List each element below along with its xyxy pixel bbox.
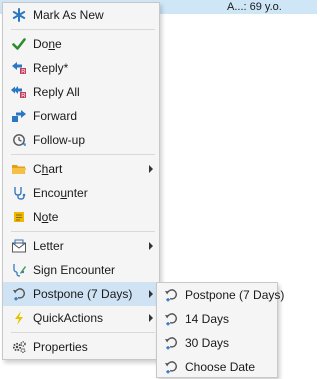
chart-folder-icon	[11, 161, 27, 177]
menu-item-follow-up[interactable]: Follow-up	[3, 128, 159, 152]
forward-icon	[11, 108, 27, 124]
postpone-icon	[163, 335, 179, 351]
menu-item-label: Encounter	[33, 186, 88, 200]
submenu-arrow-icon	[149, 165, 153, 173]
postpone-icon	[163, 359, 179, 375]
menu-item-label: Note	[33, 210, 59, 224]
menu-item-sign-encounter[interactable]: Sign Encounter	[3, 258, 159, 282]
submenu-arrow-icon	[149, 242, 153, 250]
reply-icon: R	[11, 60, 27, 76]
submenu-arrow-icon	[149, 290, 153, 298]
checkmark-icon	[11, 36, 27, 52]
menu-item-postpone[interactable]: Postpone (7 Days)	[3, 282, 159, 306]
sign-encounter-icon	[11, 262, 27, 278]
menu-item-mark-as-new[interactable]: Mark As New	[3, 3, 159, 27]
context-menu: Mark As New Done R Reply* R Reply All Fo…	[2, 2, 160, 360]
menu-item-label: Postpone (7 Days)	[33, 287, 133, 301]
menu-separator	[11, 154, 155, 155]
menu-item-reply[interactable]: R Reply*	[3, 56, 159, 80]
menu-item-label: Chart	[33, 162, 63, 176]
patient-info-text: A...: 69 y.o.	[227, 1, 282, 13]
menu-item-letter[interactable]: Letter	[3, 234, 159, 258]
submenu-item-label: Postpone (7 Days)	[185, 288, 285, 302]
menu-item-encounter[interactable]: Encounter	[3, 181, 159, 205]
menu-item-reply-all[interactable]: R Reply All	[3, 80, 159, 104]
reply-all-icon: R	[11, 84, 27, 100]
submenu-item-postpone-7-days[interactable]: Postpone (7 Days)	[157, 283, 284, 307]
lightning-icon	[11, 310, 27, 326]
menu-item-label: Reply All	[33, 85, 80, 99]
menu-item-properties[interactable]: Properties	[3, 335, 159, 359]
letter-icon	[11, 238, 27, 254]
properties-icon	[11, 339, 27, 355]
submenu-item-label: 30 Days	[185, 336, 230, 350]
menu-item-note[interactable]: Note	[3, 205, 159, 229]
postpone-icon	[163, 311, 179, 327]
note-icon	[11, 209, 27, 225]
menu-item-forward[interactable]: Forward	[3, 104, 159, 128]
menu-item-chart[interactable]: Chart	[3, 157, 159, 181]
encounter-icon	[11, 185, 27, 201]
menu-item-label: Follow-up	[33, 133, 86, 147]
submenu-arrow-icon	[149, 314, 153, 322]
menu-separator	[11, 332, 155, 333]
menu-item-label: Reply*	[33, 61, 69, 75]
submenu-item-14-days[interactable]: 14 Days	[157, 307, 277, 331]
mark-new-icon	[11, 7, 27, 23]
submenu-item-30-days[interactable]: 30 Days	[157, 331, 277, 355]
submenu-item-choose-date[interactable]: Choose Date	[157, 355, 277, 379]
menu-separator	[11, 29, 155, 30]
submenu-item-label: Choose Date	[185, 360, 256, 374]
svg-text:R: R	[21, 93, 26, 99]
menu-item-label: Letter	[33, 239, 64, 253]
postpone-submenu: Postpone (7 Days) 14 Days 30 Days Choose…	[156, 282, 284, 379]
menu-item-quickactions[interactable]: QuickActions	[3, 306, 159, 330]
menu-item-done[interactable]: Done	[3, 32, 159, 56]
menu-item-label: Sign Encounter	[33, 263, 116, 277]
follow-up-icon	[11, 132, 27, 148]
submenu-item-label: 14 Days	[185, 312, 230, 326]
svg-text:R: R	[21, 69, 26, 75]
menu-item-label: Properties	[33, 340, 88, 354]
menu-item-label: Done	[33, 37, 62, 51]
menu-item-label: Forward	[33, 109, 78, 123]
postpone-icon	[11, 286, 27, 302]
postpone-icon	[163, 287, 179, 303]
menu-item-label: QuickActions	[33, 311, 104, 325]
menu-separator	[11, 231, 155, 232]
menu-item-label: Mark As New	[33, 8, 104, 22]
